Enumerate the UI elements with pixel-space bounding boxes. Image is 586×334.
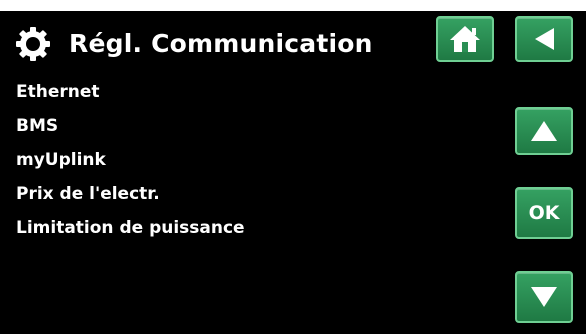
home-button[interactable] [436,16,494,62]
menu-item-bms[interactable]: BMS [16,115,245,149]
scroll-down-button[interactable] [515,271,573,323]
menu-item-ethernet[interactable]: Ethernet [16,81,245,115]
settings-menu: Ethernet BMS myUplink Prix de l'electr. … [16,81,245,251]
scroll-up-button[interactable] [515,107,573,155]
back-arrow-icon [530,25,558,53]
home-icon [448,24,482,54]
ok-button[interactable]: OK [515,187,573,239]
menu-item-power-limitation[interactable]: Limitation de puissance [16,217,245,251]
ok-label: OK [528,202,560,224]
arrow-up-icon [529,118,559,144]
display-screen: Régl. Communication Ethernet BMS myUplin… [0,11,586,334]
gear-icon [14,25,52,63]
header-bar: Régl. Communication [0,11,586,73]
page-title: Régl. Communication [69,29,373,58]
arrow-down-icon [529,284,559,310]
back-button[interactable] [515,16,573,62]
menu-item-myuplink[interactable]: myUplink [16,149,245,183]
menu-item-electricity-price[interactable]: Prix de l'electr. [16,183,245,217]
